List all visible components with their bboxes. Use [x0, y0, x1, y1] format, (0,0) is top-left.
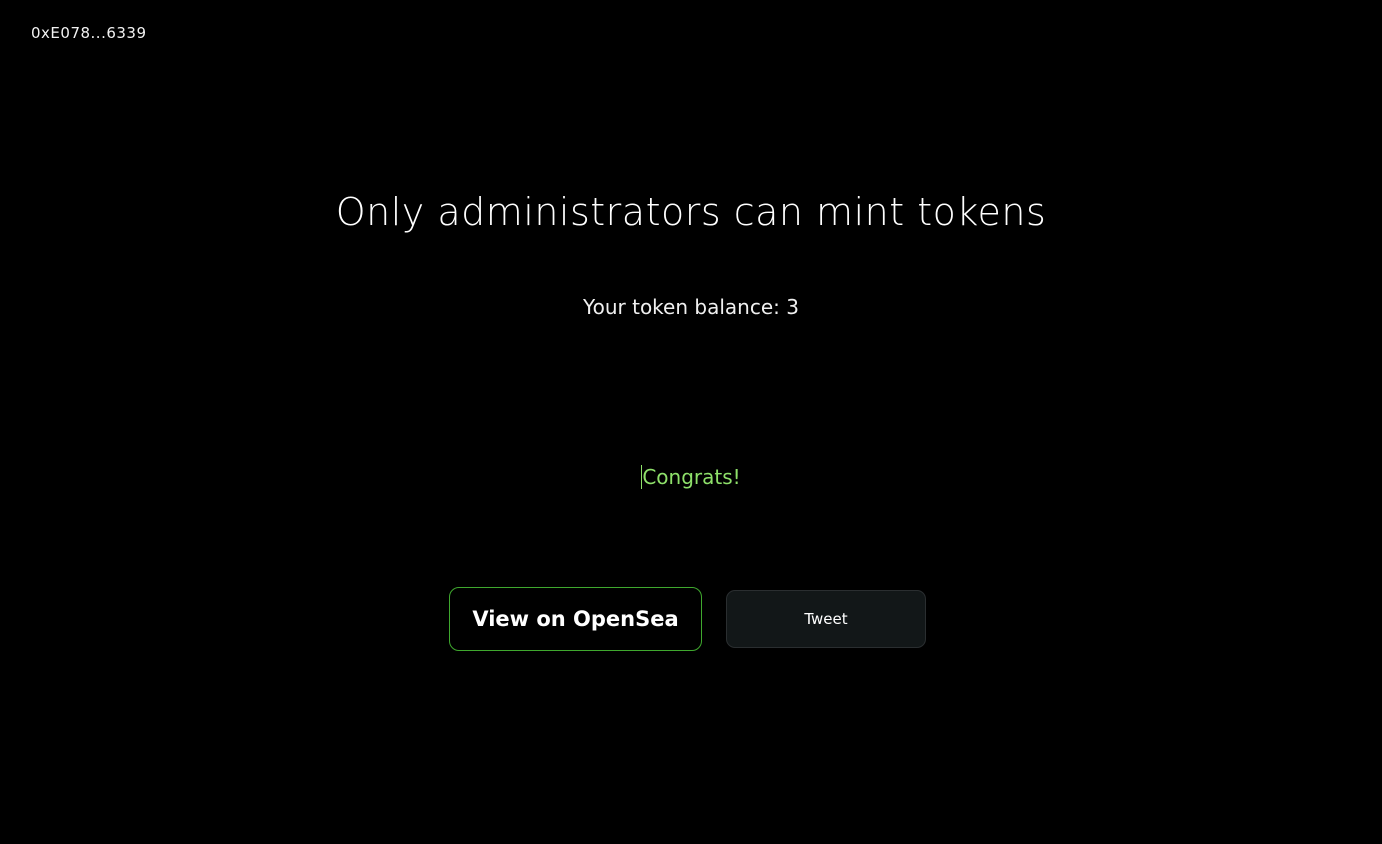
tweet-button[interactable]: Tweet [726, 590, 926, 648]
view-on-opensea-label: View on OpenSea [472, 607, 679, 631]
status-message: Congrats! [0, 465, 1382, 489]
wallet-address[interactable]: 0xE078...6339 [31, 24, 147, 42]
tweet-label: Tweet [804, 610, 848, 628]
page-title: Only administrators can mint tokens [335, 190, 1047, 234]
status-text: Congrats! [642, 465, 741, 489]
token-balance: Your token balance: 3 [583, 295, 799, 319]
view-on-opensea-button[interactable]: View on OpenSea [449, 587, 702, 651]
page: 0xE078...6339 Only administrators can mi… [0, 0, 1382, 844]
